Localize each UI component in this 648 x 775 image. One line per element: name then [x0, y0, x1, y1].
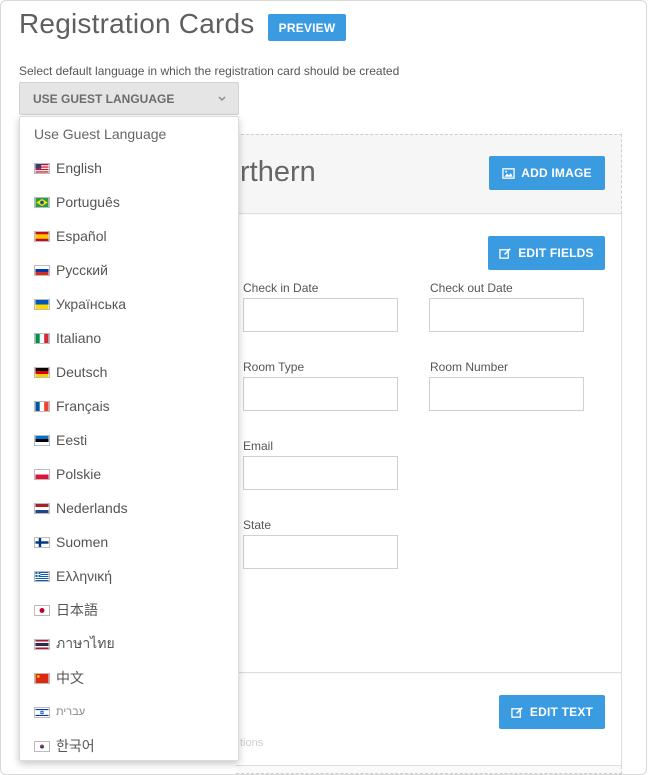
language-option-portuguese[interactable]: Português	[20, 185, 238, 219]
edit-icon	[511, 706, 523, 718]
check-out-label: Check out Date	[430, 281, 513, 295]
edit-text-button[interactable]: EDIT TEXT	[499, 695, 605, 729]
language-dropdown: Use Guest Language English Português Esp…	[19, 116, 239, 761]
email-label: Email	[243, 439, 274, 453]
language-hint: Select default language in which the reg…	[19, 64, 400, 78]
room-number-label: Room Number	[430, 360, 509, 374]
language-option-japanese[interactable]: 日本語	[20, 593, 238, 627]
edit-icon	[499, 247, 511, 259]
edit-fields-label: EDIT FIELDS	[518, 246, 594, 260]
ee-flag-icon	[34, 434, 50, 446]
th-flag-icon	[34, 638, 50, 650]
room-type-label: Room Type	[243, 360, 305, 374]
kr-flag-icon	[34, 740, 50, 752]
email-field[interactable]	[243, 456, 398, 490]
edit-text-label: EDIT TEXT	[529, 705, 594, 719]
jp-flag-icon	[34, 604, 50, 616]
language-option-thai[interactable]: ภาษาไทย	[20, 627, 238, 661]
language-option-polish[interactable]: Polskie	[20, 457, 238, 491]
ua-flag-icon	[34, 298, 50, 310]
add-image-label: ADD IMAGE	[521, 166, 592, 180]
es-flag-icon	[34, 230, 50, 242]
image-icon	[502, 167, 515, 179]
language-select-value: USE GUEST LANGUAGE	[33, 91, 175, 106]
language-option-spanish[interactable]: Español	[20, 219, 238, 253]
preview-button[interactable]: PREVIEW	[268, 14, 346, 41]
pl-flag-icon	[34, 468, 50, 480]
check-out-field[interactable]	[429, 298, 584, 332]
hotel-name: rthern	[240, 156, 316, 188]
language-option-finnish[interactable]: Suomen	[20, 525, 238, 559]
br-flag-icon	[34, 196, 50, 208]
add-image-button[interactable]: ADD IMAGE	[489, 156, 605, 190]
nl-flag-icon	[34, 502, 50, 514]
state-field[interactable]	[243, 535, 398, 569]
de-flag-icon	[34, 366, 50, 378]
language-option-english[interactable]: English	[20, 151, 238, 185]
faint-text: tions	[240, 737, 264, 749]
language-option-korean[interactable]: 한국어	[20, 729, 238, 763]
language-option-chinese[interactable]: 中文	[20, 661, 238, 695]
state-label: State	[243, 518, 272, 532]
language-select[interactable]: USE GUEST LANGUAGE	[19, 82, 239, 115]
language-option-ukrainian[interactable]: Українська	[20, 287, 238, 321]
il-flag-icon	[34, 706, 50, 718]
language-option-hebrew[interactable]: עברית	[20, 695, 238, 729]
language-option-french[interactable]: Français	[20, 389, 238, 423]
language-option-german[interactable]: Deutsch	[20, 355, 238, 389]
room-type-field[interactable]	[243, 377, 398, 411]
chevron-down-icon	[218, 96, 226, 101]
cn-flag-icon	[34, 672, 50, 684]
room-number-field[interactable]	[429, 377, 584, 411]
page-title: Registration Cards	[19, 8, 255, 39]
fi-flag-icon	[34, 536, 50, 548]
check-in-label: Check in Date	[243, 281, 319, 295]
language-option-estonian[interactable]: Eesti	[20, 423, 238, 457]
language-option-italian[interactable]: Italiano	[20, 321, 238, 355]
language-option-dutch[interactable]: Nederlands	[20, 491, 238, 525]
language-option-greek[interactable]: Ελληνική	[20, 559, 238, 593]
edit-fields-button[interactable]: EDIT FIELDS	[488, 236, 605, 270]
check-in-field[interactable]	[243, 298, 398, 332]
ru-flag-icon	[34, 264, 50, 276]
us-flag-icon	[34, 162, 50, 174]
language-option-guest[interactable]: Use Guest Language	[20, 117, 238, 151]
gr-flag-icon	[34, 570, 50, 582]
language-option-russian[interactable]: Русский	[20, 253, 238, 287]
it-flag-icon	[34, 332, 50, 344]
fr-flag-icon	[34, 400, 50, 412]
